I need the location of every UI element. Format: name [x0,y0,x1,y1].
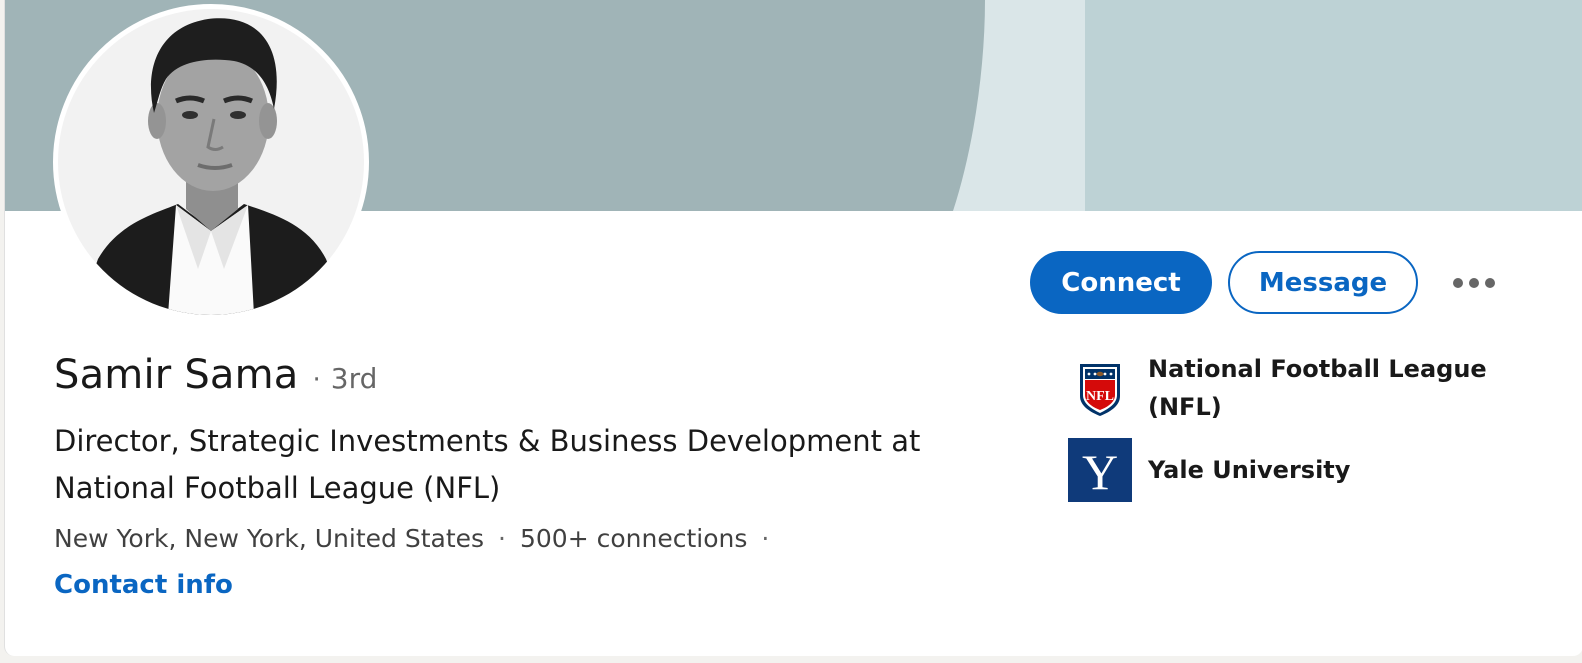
profile-photo-image [58,9,364,315]
organization-item-yale[interactable]: Y Yale University [1068,438,1488,502]
profile-meta: New York, New York, United States · 500+… [54,524,783,553]
more-actions-button[interactable] [1442,251,1506,314]
organization-name: National Football League (NFL) [1148,355,1487,421]
profile-name-row: Samir Sama · 3rd [54,352,377,398]
meta-separator-trailing: · [761,524,770,553]
profile-actions: Connect Message [1030,251,1506,314]
connections-count: 500+ connections [519,524,748,553]
svg-text:NFL: NFL [1086,389,1114,404]
profile-card: Samir Sama · 3rd Director, Strategic Inv… [4,0,1582,656]
svg-text:Y: Y [1082,444,1118,500]
connect-button[interactable]: Connect [1030,251,1212,314]
degree-separator: · [312,365,321,395]
nfl-logo-icon: NFL [1068,356,1132,420]
message-button[interactable]: Message [1228,251,1418,314]
ellipsis-icon [1453,277,1495,288]
yale-logo-icon: Y [1068,438,1132,502]
profile-name: Samir Sama [54,352,299,398]
meta-separator: · [498,524,506,553]
organization-item-nfl[interactable]: NFL National Football League (NFL) [1068,350,1488,426]
profile-photo[interactable] [53,4,369,320]
profile-headline: Director, Strategic Investments & Busine… [54,424,921,505]
profile-location: New York, New York, United States [54,524,485,553]
contact-info-link[interactable]: Contact info [54,570,233,600]
connection-degree: 3rd [330,362,378,395]
organization-name: Yale University [1148,456,1351,484]
